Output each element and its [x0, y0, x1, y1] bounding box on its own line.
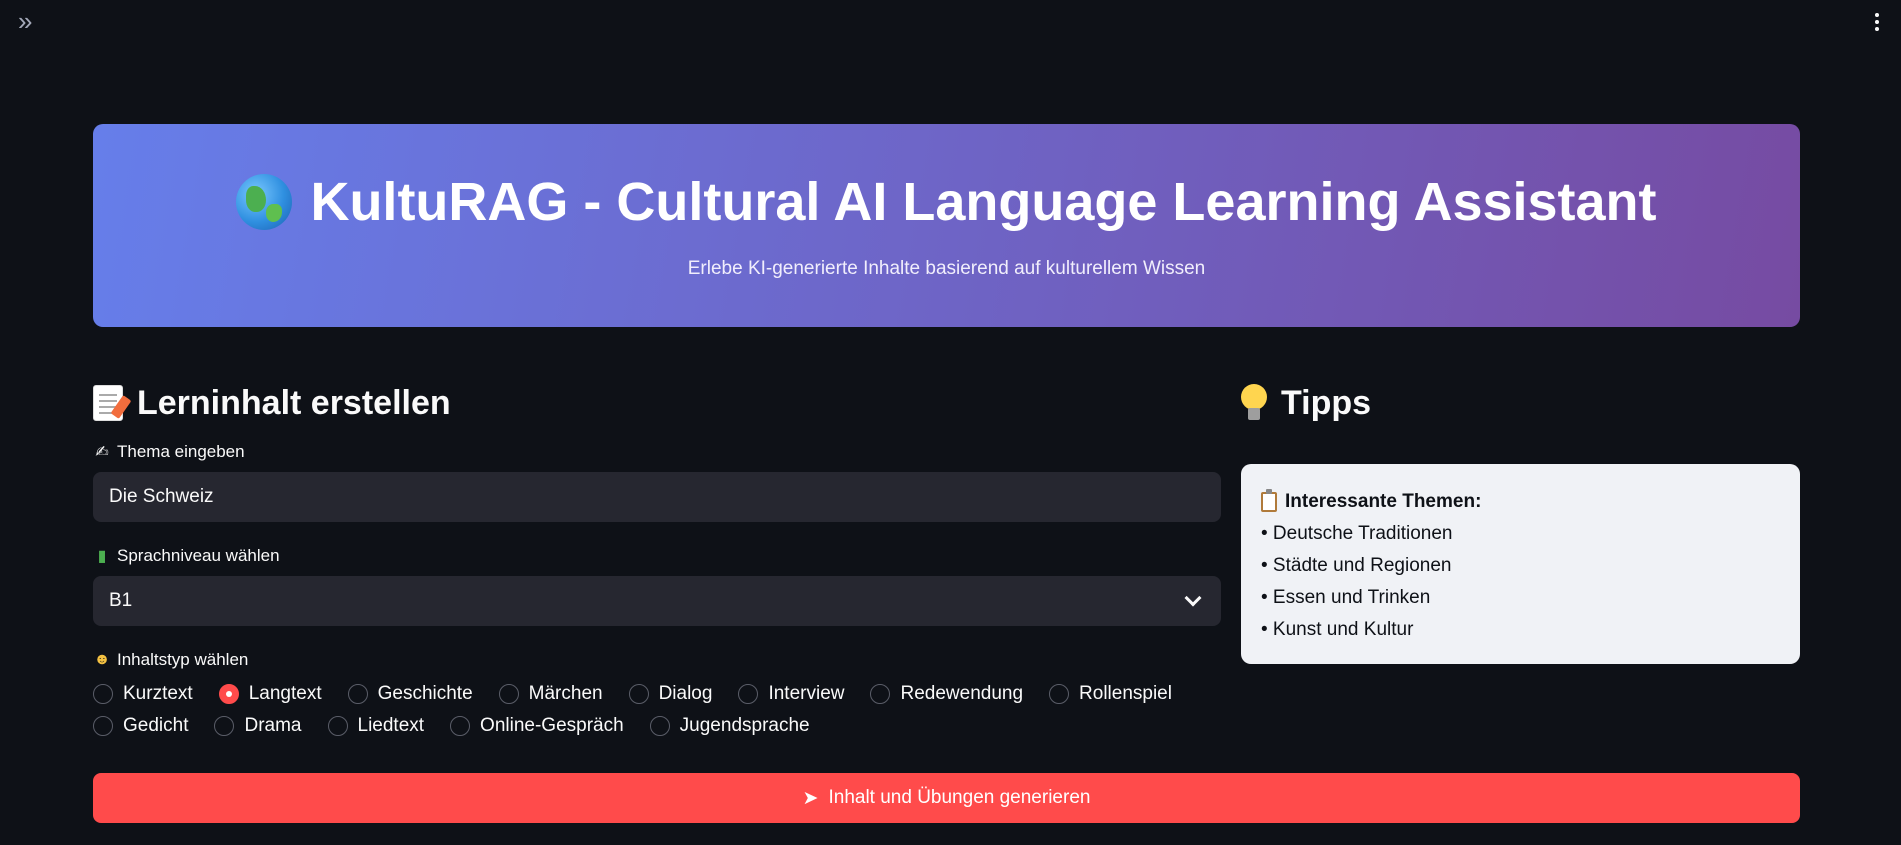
content-type-radio[interactable]: Liedtext: [327, 715, 425, 737]
level-select[interactable]: B1: [93, 576, 1221, 626]
radio-label: Interview: [768, 683, 845, 704]
radio-label: Redewendung: [900, 683, 1024, 704]
sidebar-toggle-icon[interactable]: »: [18, 8, 48, 36]
radio-label: Liedtext: [357, 715, 425, 736]
globe-icon: [236, 174, 293, 231]
tips-box-title: Interessante Themen:: [1261, 486, 1780, 518]
content-type-group: ☻ Inhaltstyp wählen Kurztext Langtext Gesc…: [93, 648, 1221, 742]
theater-masks-icon: ☻: [93, 651, 111, 668]
content-type-radio[interactable]: Geschichte: [347, 683, 473, 705]
level-select-value: B1: [109, 590, 133, 611]
radio-button-icon[interactable]: [1049, 684, 1070, 704]
radio-label: Langtext: [248, 683, 322, 704]
generate-button[interactable]: ➤ Inhalt und Übungen generieren: [93, 773, 1800, 823]
radio-button-icon[interactable]: [870, 684, 891, 704]
content-type-radio[interactable]: Kurztext: [93, 683, 193, 705]
tips-heading: Tipps: [1241, 376, 1800, 430]
tips-item: • Deutsche Traditionen: [1261, 523, 1453, 544]
radio-label: Jugendsprache: [679, 715, 810, 736]
radio-button-icon[interactable]: [218, 684, 239, 704]
radio-button-icon[interactable]: [738, 684, 759, 704]
main-menu-icon[interactable]: [1869, 10, 1885, 34]
chevron-down-icon: [1184, 589, 1202, 607]
radio-row-1: Kurztext Langtext Geschichte Märchen Dialog I…: [93, 678, 1221, 710]
create-heading: Lerninhalt erstellen: [93, 376, 1221, 430]
radio-button-icon[interactable]: [214, 716, 235, 736]
lightbulb-icon: [1241, 384, 1267, 422]
app-title: KultuRAG - Cultural AI Language Learning…: [310, 172, 1657, 232]
topic-label-text: Thema eingeben: [117, 442, 245, 461]
content-type-radio[interactable]: Drama: [214, 715, 302, 737]
content-type-label: ☻ Inhaltstyp wählen: [93, 648, 1221, 672]
content-type-radio[interactable]: Märchen: [498, 683, 603, 705]
radio-button-icon[interactable]: [93, 684, 113, 704]
content-type-radio[interactable]: Interview: [738, 683, 844, 705]
radio-button-icon[interactable]: [498, 684, 519, 704]
writing-hand-icon: ✍: [95, 444, 109, 461]
radio-label: Drama: [244, 715, 302, 736]
radio-button-icon[interactable]: [450, 716, 471, 736]
create-content-section: Lerninhalt erstellen ✍ Thema eingeben Di…: [93, 376, 1221, 742]
content-type-radio[interactable]: Dialog: [628, 683, 713, 705]
clipboard-icon: [1261, 489, 1277, 512]
document-pencil-icon: [93, 385, 123, 421]
hero-title-row: KultuRAG - Cultural AI Language Learning…: [93, 170, 1800, 235]
content-type-radio[interactable]: Redewendung: [870, 683, 1023, 705]
radio-row-2: Gedicht Drama Liedtext Online-Gespräch Jugen…: [93, 710, 1221, 742]
content-type-radios: Kurztext Langtext Geschichte Märchen Dialog I…: [93, 678, 1221, 742]
radio-label: Dialog: [658, 683, 713, 704]
radio-button-icon[interactable]: [347, 684, 368, 704]
radio-button-icon[interactable]: [93, 716, 113, 736]
content-type-radio[interactable]: Online-Gespräch: [450, 715, 624, 737]
radio-label: Geschichte: [377, 683, 473, 704]
level-label: ▮ Sprachniveau wählen: [93, 544, 1221, 568]
books-icon: ▮: [97, 548, 107, 565]
rocket-icon: ➤: [802, 787, 819, 809]
topic-input-value: Die Schweiz: [109, 486, 214, 507]
hero-banner: KultuRAG - Cultural AI Language Learning…: [93, 124, 1800, 327]
app-subtitle: Erlebe KI-generierte Inhalte basierend a…: [687, 258, 1206, 279]
radio-label: Märchen: [528, 683, 603, 704]
radio-label: Online-Gespräch: [480, 715, 624, 736]
tips-box: Interessante Themen: • Deutsche Traditio…: [1241, 464, 1800, 664]
content-type-radio[interactable]: Langtext: [218, 683, 322, 705]
tips-box-title-text: Interessante Themen:: [1285, 491, 1482, 512]
generate-button-label: Inhalt und Übungen generieren: [828, 787, 1091, 808]
tips-item: • Essen und Trinken: [1261, 587, 1431, 608]
radio-label: Kurztext: [123, 683, 193, 704]
level-label-text: Sprachniveau wählen: [117, 546, 280, 565]
tips-item: • Städte und Regionen: [1261, 555, 1452, 576]
content-type-radio[interactable]: Gedicht: [93, 715, 188, 737]
content-type-label-text: Inhaltstyp wählen: [117, 650, 249, 669]
radio-label: Rollenspiel: [1079, 683, 1172, 704]
radio-label: Gedicht: [123, 715, 189, 736]
topic-label: ✍ Thema eingeben: [93, 440, 1221, 464]
create-heading-text: Lerninhalt erstellen: [137, 383, 451, 422]
content-type-radio[interactable]: Jugendsprache: [649, 715, 810, 737]
tips-item: • Kunst und Kultur: [1261, 619, 1414, 640]
content-type-radio[interactable]: Rollenspiel: [1049, 683, 1172, 705]
topic-input[interactable]: Die Schweiz: [93, 472, 1221, 522]
topic-field-group: ✍ Thema eingeben Die Schweiz: [93, 440, 1221, 522]
radio-button-icon[interactable]: [649, 716, 670, 736]
level-field-group: ▮ Sprachniveau wählen B1: [93, 544, 1221, 626]
radio-button-icon[interactable]: [628, 684, 649, 704]
tips-heading-text: Tipps: [1281, 383, 1372, 422]
tips-section: Tipps Interessante Themen: • Deutsche Tr…: [1241, 376, 1800, 664]
radio-button-icon[interactable]: [327, 716, 348, 736]
